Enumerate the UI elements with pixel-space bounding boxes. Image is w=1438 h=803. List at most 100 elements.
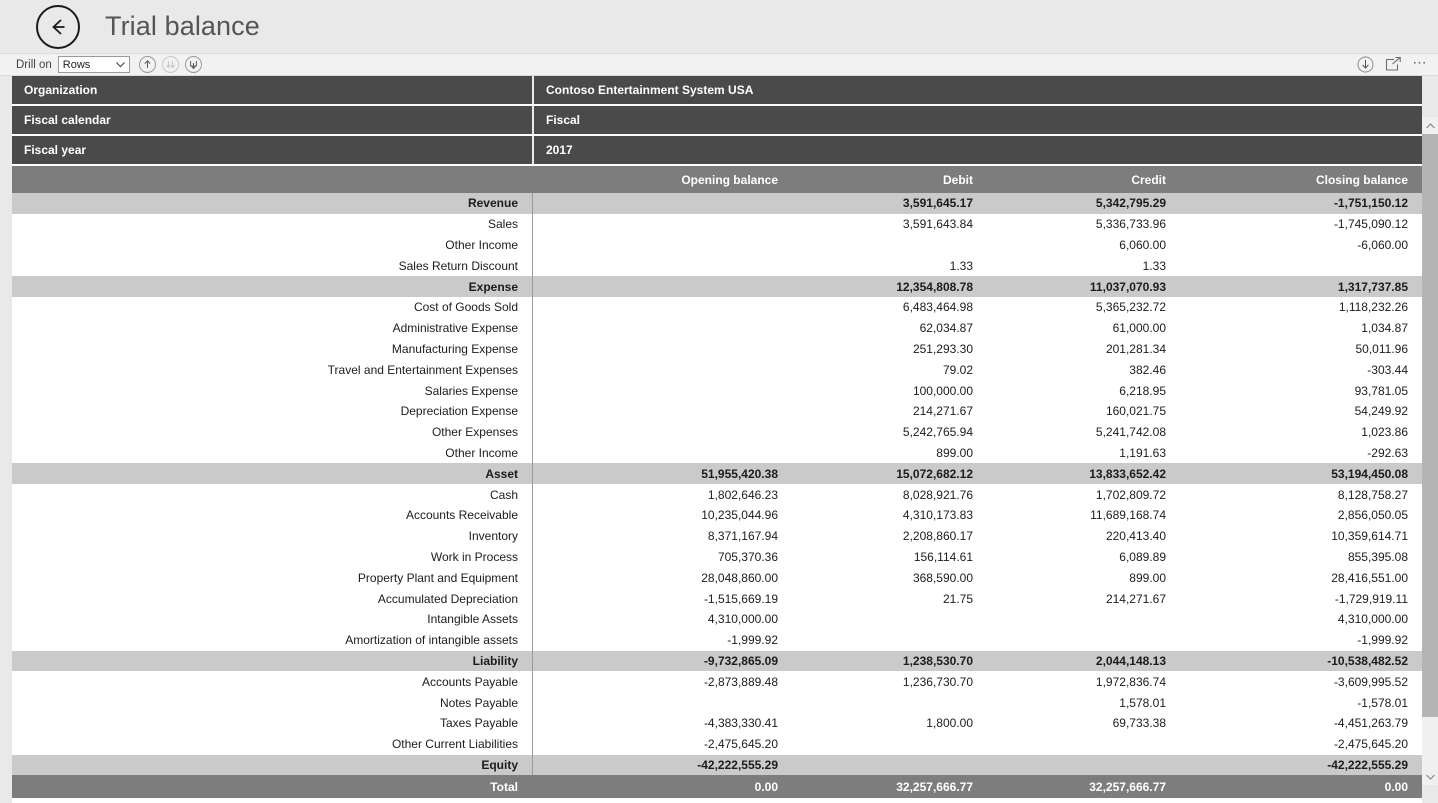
scrollbar-track[interactable] [1422, 134, 1438, 768]
row-label[interactable]: Salaries Expense [12, 380, 532, 401]
table-row[interactable]: Other Current Liabilities -2,475,645.20 -2… [12, 733, 1422, 755]
row-label[interactable]: Property Plant and Equipment [12, 567, 532, 589]
row-label[interactable]: Amortization of intangible assets [12, 629, 532, 651]
table-row[interactable]: Sales Return Discount 1.33 1.33 [12, 255, 1422, 277]
chevron-up-icon[interactable] [1422, 117, 1438, 134]
table-row[interactable]: Accumulated Depreciation -1,515,669.19 21.… [12, 588, 1422, 609]
table-row[interactable]: Taxes Payable -4,383,330.41 1,800.00 69,733… [12, 712, 1422, 734]
row-label[interactable]: Expense [12, 276, 532, 297]
row-label[interactable]: Other Income [12, 442, 532, 464]
cell-debit: 12,354,808.78 [792, 276, 987, 297]
focus-mode-icon[interactable] [1385, 56, 1403, 74]
column-header-opening-balance[interactable]: Opening balance [544, 166, 792, 193]
row-label[interactable]: Administrative Expense [12, 317, 532, 339]
row-label[interactable]: Accounts Receivable [12, 504, 532, 526]
row-label[interactable]: Work in Process [12, 546, 532, 568]
row-gap-cell [532, 608, 544, 630]
row-label[interactable]: Revenue [12, 193, 532, 214]
row-label[interactable]: Accounts Payable [12, 671, 532, 693]
drill-mode-icon[interactable] [1357, 56, 1375, 74]
back-arrow-circle-icon[interactable] [36, 4, 80, 49]
column-header-credit[interactable]: Credit [987, 166, 1180, 193]
cell-credit: 6,218.95 [987, 380, 1180, 401]
row-label[interactable]: Sales Return Discount [12, 255, 532, 277]
more-options-ellipsis-icon[interactable]: ⋯ [1413, 55, 1429, 71]
table-row[interactable]: Work in Process 705,370.36 156,114.61 6,089… [12, 546, 1422, 568]
table-row[interactable]: Other Income 6,060.00 -6,060.00 [12, 234, 1422, 256]
drill-up-icon[interactable] [138, 56, 156, 73]
table-row[interactable]: Intangible Assets 4,310,000.00 4,310,000.0… [12, 608, 1422, 630]
expand-all-down-icon[interactable] [184, 56, 202, 73]
cell-credit: 5,336,733.96 [987, 213, 1180, 235]
table-row[interactable]: Sales 3,591,643.84 5,336,733.96 -1,745,090.… [12, 213, 1422, 235]
table-row[interactable]: Revenue 3,591,645.17 5,342,795.29 -1,751,15… [12, 193, 1422, 214]
chevron-down-icon[interactable] [1422, 768, 1438, 785]
table-row[interactable]: Accounts Receivable 10,235,044.96 4,310,17… [12, 504, 1422, 526]
table-row[interactable]: Accounts Payable -2,873,889.48 1,236,730.7… [12, 671, 1422, 693]
cell-debit: 214,271.67 [792, 400, 987, 422]
table-row[interactable]: Cash 1,802,646.23 8,028,921.76 1,702,809.72… [12, 484, 1422, 505]
cell-closing-balance: -10,538,482.52 [1180, 650, 1422, 672]
table-row[interactable]: Equity -42,222,555.29 -42,222,555.29 [12, 754, 1422, 776]
row-label[interactable]: Notes Payable [12, 692, 532, 713]
cell-debit: 3,591,645.17 [792, 193, 987, 214]
vertical-scrollbar[interactable] [1422, 117, 1438, 785]
table-row[interactable]: Inventory 8,371,167.94 2,208,860.17 220,413… [12, 525, 1422, 547]
row-gap-cell [532, 421, 544, 443]
row-label[interactable]: Liability [12, 650, 532, 672]
drill-on-selected-value: Rows [62, 58, 91, 71]
row-label[interactable]: Depreciation Expense [12, 400, 532, 422]
table-body: Revenue 3,591,645.17 5,342,795.29 -1,751,15… [12, 193, 1422, 799]
table-row[interactable]: Depreciation Expense 214,271.67 160,021.75… [12, 400, 1422, 422]
row-label[interactable]: Manufacturing Expense [12, 338, 532, 360]
row-label[interactable]: Cost of Goods Sold [12, 296, 532, 318]
table-row[interactable]: Cost of Goods Sold 6,483,464.98 5,365,232.… [12, 296, 1422, 318]
cell-closing-balance: -2,475,645.20 [1180, 733, 1422, 755]
row-label[interactable]: Other Current Liabilities [12, 733, 532, 755]
row-label[interactable]: Equity [12, 754, 532, 776]
scrollbar-thumb[interactable] [1422, 134, 1438, 718]
row-gap-cell [532, 588, 544, 609]
cell-debit: 368,590.00 [792, 567, 987, 589]
table-row[interactable]: Amortization of intangible assets -1,999.… [12, 629, 1422, 651]
row-gap-cell [532, 338, 544, 360]
row-label[interactable]: Total [12, 775, 532, 799]
cell-opening-balance: -2,475,645.20 [544, 733, 792, 755]
table-row[interactable]: Notes Payable 1,578.01 -1,578.01 [12, 692, 1422, 713]
row-label[interactable]: Accumulated Depreciation [12, 588, 532, 609]
row-label[interactable]: Travel and Entertainment Expenses [12, 359, 532, 381]
column-header-closing-balance[interactable]: Closing balance [1180, 166, 1422, 193]
table-row[interactable]: Salaries Expense 100,000.00 6,218.95 93,781… [12, 380, 1422, 401]
row-label[interactable]: Inventory [12, 525, 532, 547]
row-label[interactable]: Asset [12, 463, 532, 485]
table-row[interactable]: Property Plant and Equipment 28,048,860.0… [12, 567, 1422, 589]
row-label[interactable]: Taxes Payable [12, 712, 532, 734]
column-header-debit[interactable]: Debit [792, 166, 987, 193]
table-row[interactable]: Expense 12,354,808.78 11,037,070.93 1,317,7… [12, 276, 1422, 297]
cell-credit: 220,413.40 [987, 525, 1180, 547]
table-row[interactable]: Total 0.00 32,257,666.77 32,257,666.77 0.00 [12, 775, 1422, 799]
row-label[interactable]: Sales [12, 213, 532, 235]
drill-on-select[interactable]: Rows [57, 56, 130, 73]
cell-credit: 5,342,795.29 [987, 193, 1180, 214]
drill-down-icon[interactable] [161, 56, 179, 73]
cell-closing-balance: 8,128,758.27 [1180, 484, 1422, 505]
table-row[interactable]: Asset 51,955,420.38 15,072,682.12 13,833,65… [12, 463, 1422, 485]
table-row[interactable]: Travel and Entertainment Expenses 79.02 38… [12, 359, 1422, 381]
row-label[interactable]: Other Expenses [12, 421, 532, 443]
column-header-rowlabel[interactable] [12, 166, 532, 193]
cell-debit: 1,800.00 [792, 712, 987, 734]
row-gap-cell [532, 234, 544, 256]
table-row[interactable]: Other Expenses 5,242,765.94 5,241,742.08 1,… [12, 421, 1422, 443]
row-label[interactable]: Intangible Assets [12, 608, 532, 630]
cell-closing-balance: 50,011.96 [1180, 338, 1422, 360]
cell-credit: 214,271.67 [987, 588, 1180, 609]
row-label[interactable]: Other Income [12, 234, 532, 256]
table-row[interactable]: Liability -9,732,865.09 1,238,530.70 2,044,… [12, 650, 1422, 672]
table-row[interactable]: Other Income 899.00 1,191.63 -292.63 [12, 442, 1422, 464]
table-row[interactable]: Manufacturing Expense 251,293.30 201,281.3… [12, 338, 1422, 360]
table-row[interactable]: Administrative Expense 62,034.87 61,000.00… [12, 317, 1422, 339]
row-label[interactable]: Cash [12, 484, 532, 505]
trial-balance-table: Opening balance Debit Credit Closing bal… [12, 166, 1422, 799]
cell-debit: 8,028,921.76 [792, 484, 987, 505]
